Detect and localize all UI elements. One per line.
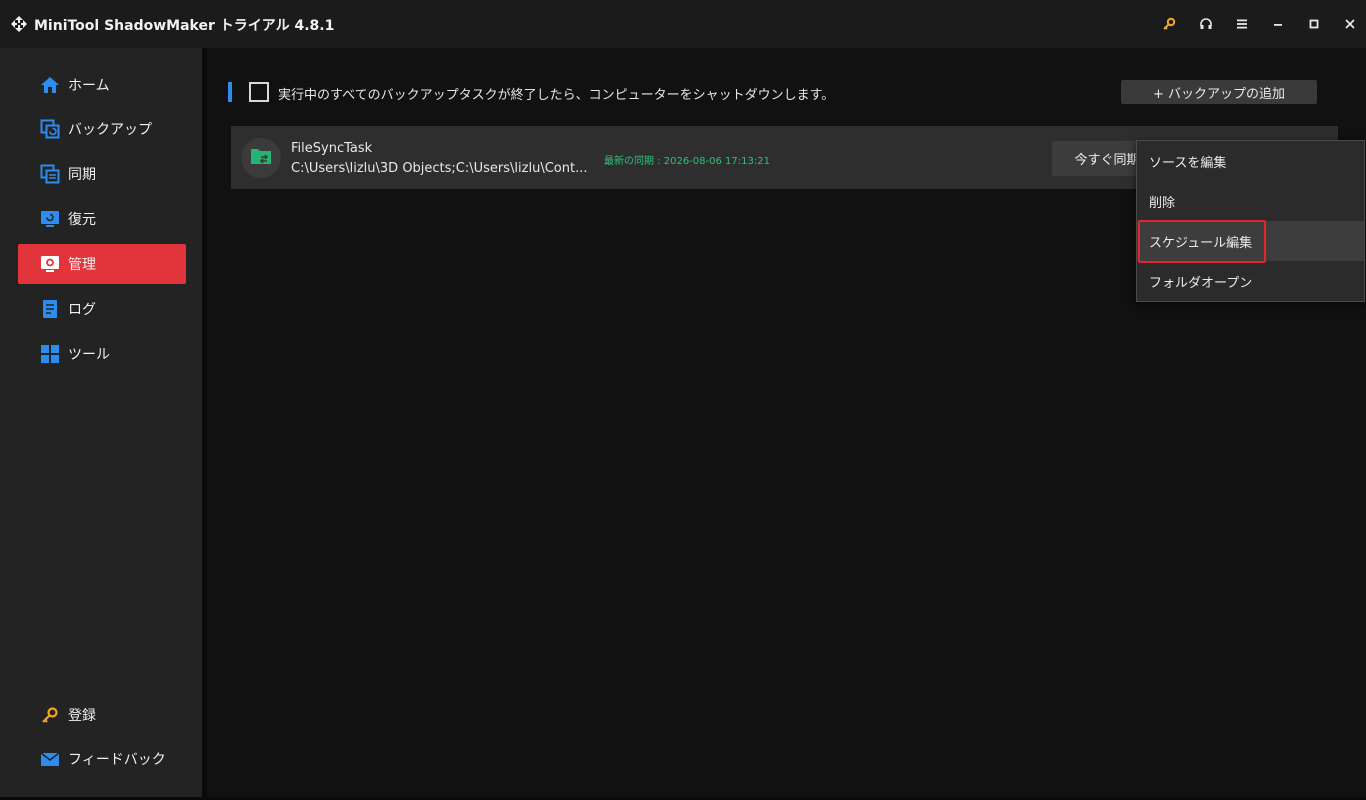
context-menu: ソースを編集 削除 スケジュール編集 フォルダオープン (1136, 140, 1365, 302)
sidebar-item-label: 同期 (68, 167, 96, 183)
sidebar-item-home[interactable]: ホーム (18, 65, 186, 105)
restore-icon (40, 209, 60, 229)
sidebar-item-label: ホーム (68, 78, 110, 94)
section-accent-bar (228, 82, 232, 102)
backup-icon (40, 119, 60, 139)
task-icon (241, 138, 281, 178)
sidebar-item-label: フィードバック (68, 752, 166, 768)
mail-icon (40, 749, 60, 769)
minimize-icon[interactable] (1266, 12, 1290, 36)
sidebar-item-backup[interactable]: バックアップ (18, 109, 186, 149)
window-title: MiniTool ShadowMaker トライアル 4.8.1 (34, 18, 335, 34)
key-icon (40, 705, 60, 725)
close-icon[interactable] (1338, 12, 1362, 36)
headset-icon[interactable] (1194, 12, 1218, 36)
key-icon[interactable] (1157, 12, 1181, 36)
task-source-path: C:\Users\lizlu\3D Objects;C:\Users\lizlu… (291, 161, 588, 176)
sidebar-item-tools[interactable]: ツール (18, 334, 186, 374)
menu-item-open-folder[interactable]: フォルダオープン (1137, 261, 1364, 301)
sidebar-item-feedback[interactable]: フィードバック (18, 739, 186, 779)
sync-folder-icon (250, 146, 272, 170)
app-logo-icon (10, 15, 28, 33)
task-name: FileSyncTask (291, 141, 373, 156)
sync-icon (40, 164, 60, 184)
sidebar-item-register[interactable]: 登録 (18, 695, 186, 735)
menu-item-delete[interactable]: 削除 (1137, 181, 1364, 221)
sidebar-item-manage[interactable]: 管理 (18, 244, 186, 284)
shutdown-checkbox-label: 実行中のすべてのバックアップタスクが終了したら、コンピューターをシャットダウンし… (278, 88, 835, 103)
sidebar-item-label: バックアップ (68, 122, 152, 138)
sidebar-item-label: 復元 (68, 212, 96, 228)
menu-item-edit-schedule[interactable]: スケジュール編集 (1137, 221, 1364, 261)
menu-item-edit-source[interactable]: ソースを編集 (1137, 141, 1364, 181)
log-icon (40, 299, 60, 319)
sidebar-item-log[interactable]: ログ (18, 289, 186, 329)
last-sync-time: 最新の同期 : 2026-08-06 17:13:21 (604, 156, 770, 167)
menu-icon[interactable] (1230, 12, 1254, 36)
add-backup-button[interactable]: + バックアップの追加 (1121, 80, 1317, 104)
shutdown-checkbox[interactable] (249, 82, 269, 102)
sidebar-item-label: ログ (68, 302, 96, 318)
sidebar-item-label: 登録 (68, 708, 96, 724)
tools-icon (40, 344, 60, 364)
maximize-icon[interactable] (1302, 12, 1326, 36)
title-bar: MiniTool ShadowMaker トライアル 4.8.1 (0, 0, 1366, 48)
sidebar-item-restore[interactable]: 復元 (18, 199, 186, 239)
home-icon (40, 75, 60, 95)
sidebar-item-sync[interactable]: 同期 (18, 154, 186, 194)
sidebar-item-label: ツール (68, 347, 110, 363)
manage-icon (40, 254, 60, 274)
sidebar-item-label: 管理 (68, 257, 96, 273)
